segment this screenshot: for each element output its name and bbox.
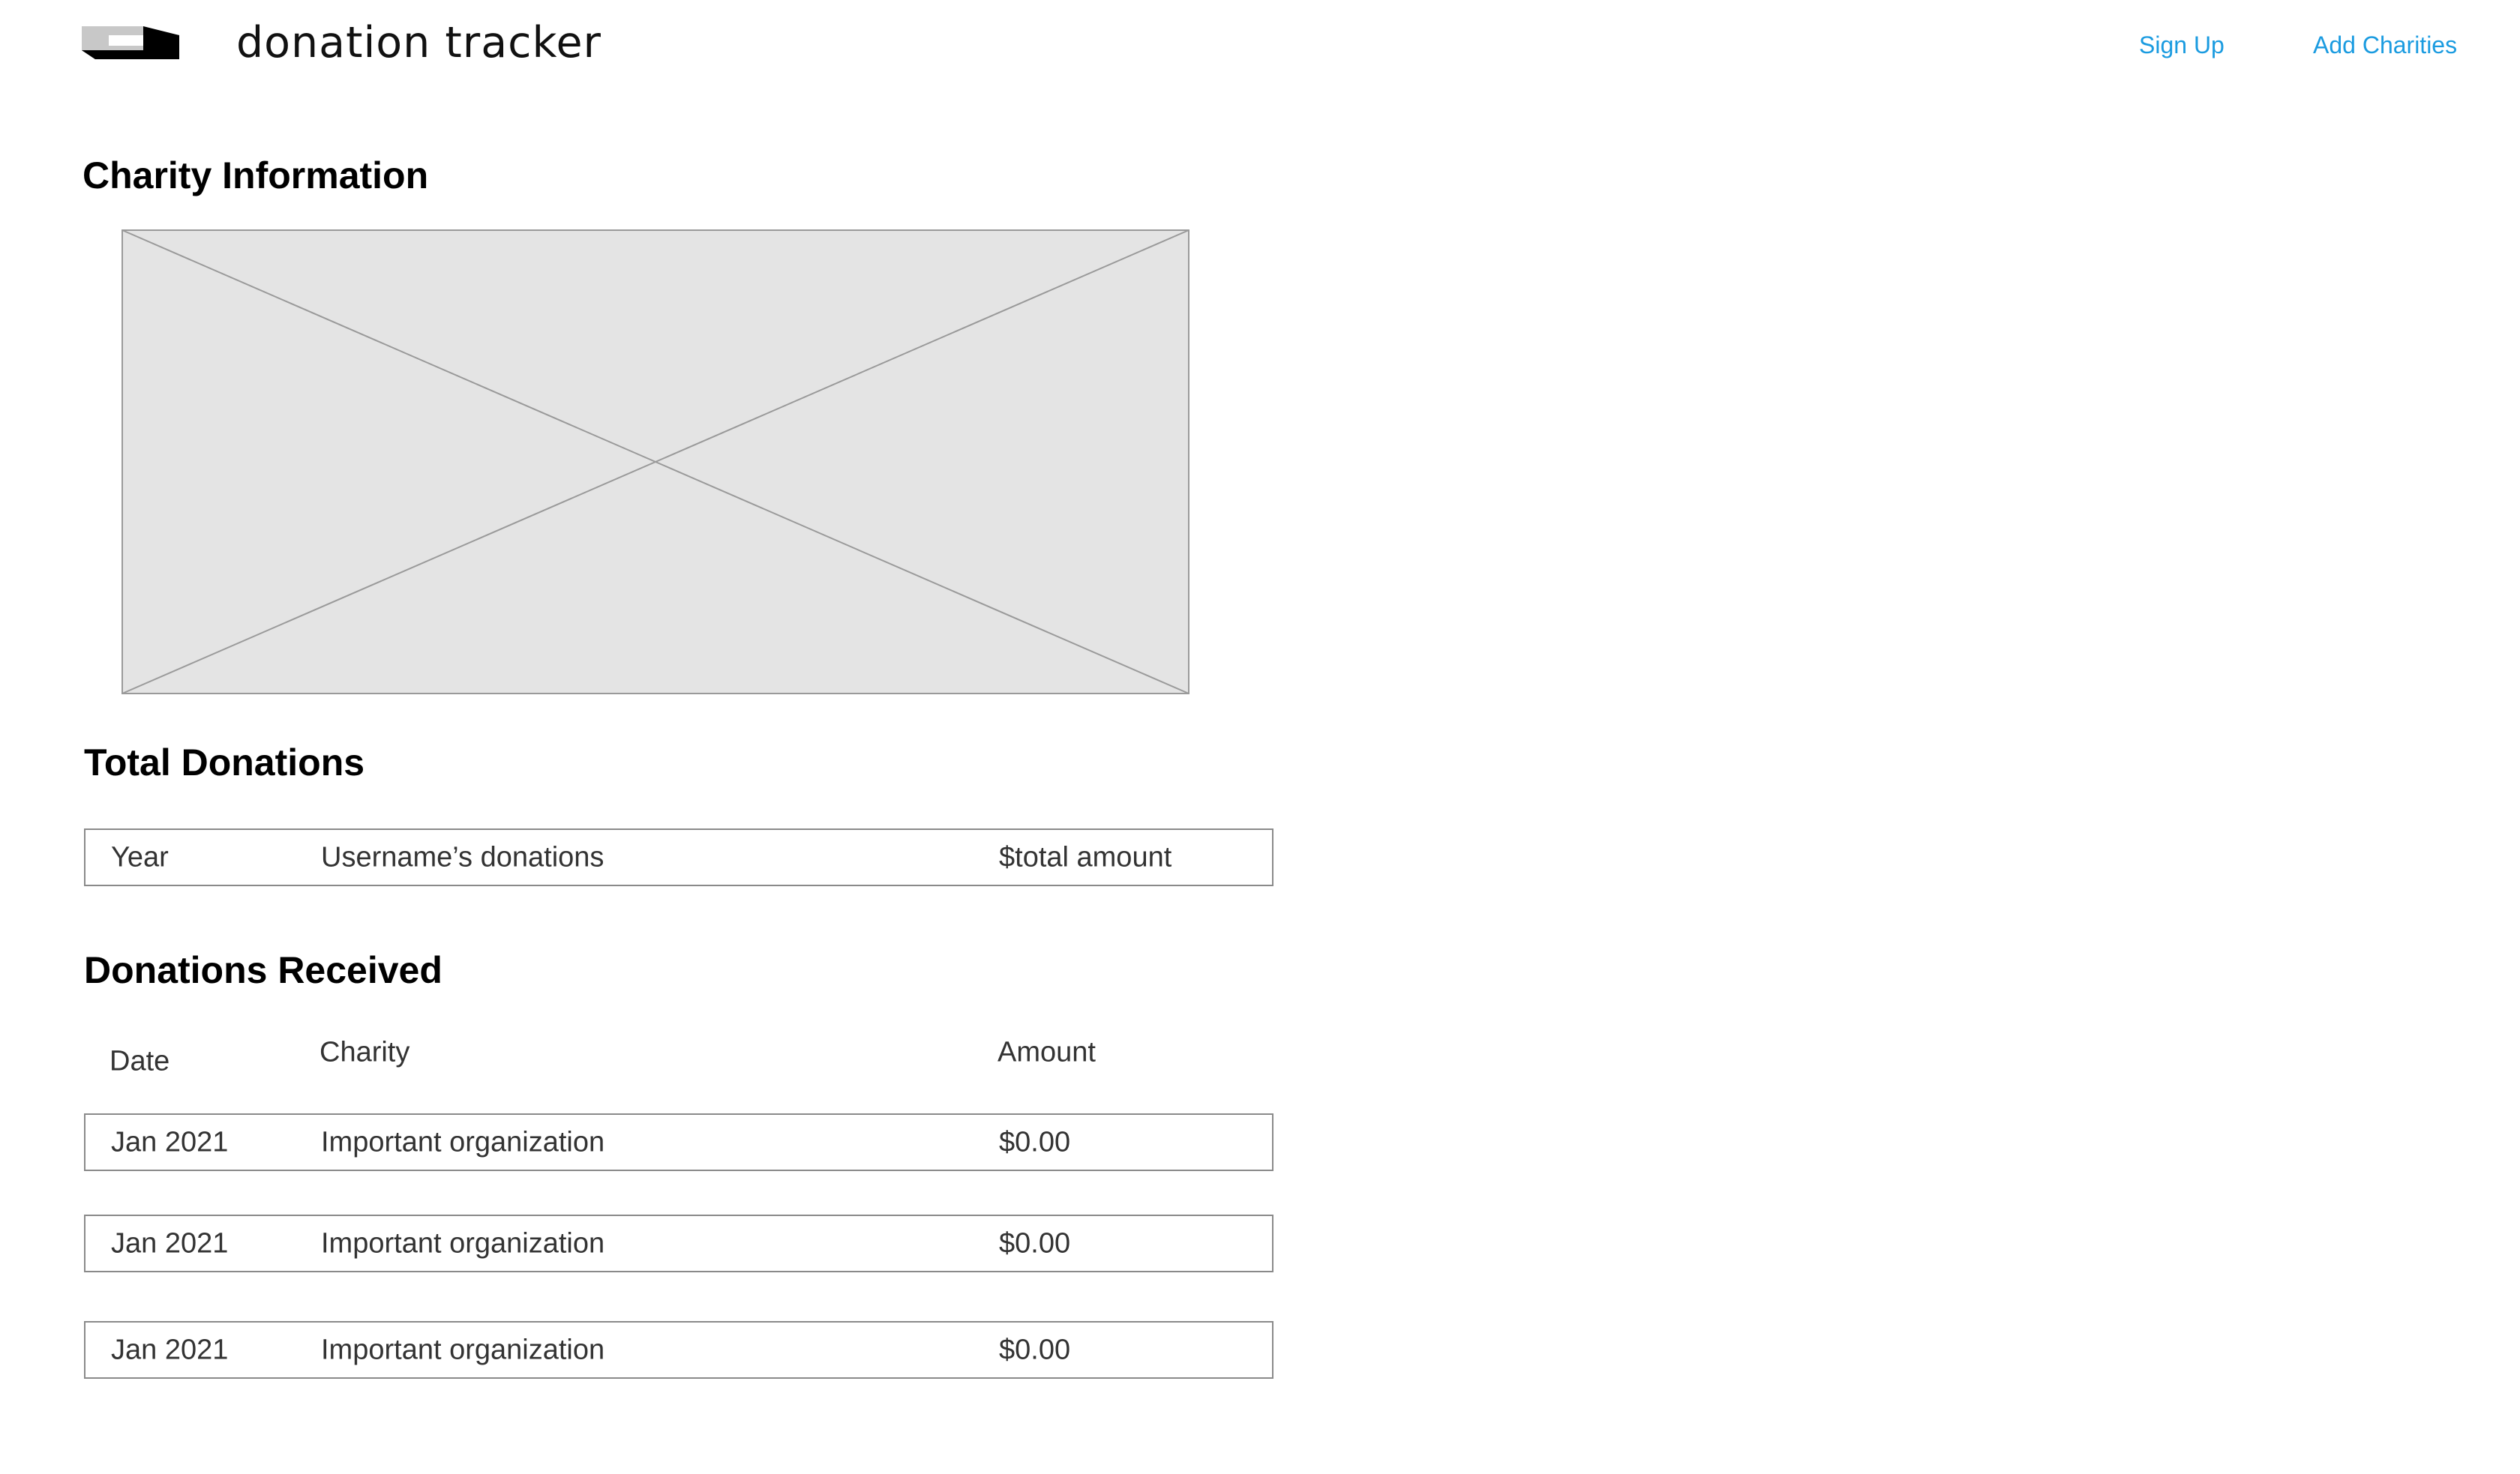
table-row: Jan 2021 Important organization $0.00 bbox=[84, 1113, 1274, 1171]
image-placeholder-icon bbox=[122, 229, 1190, 694]
total-year: Year bbox=[111, 841, 169, 873]
total-label: Username’s donations bbox=[321, 841, 604, 873]
column-header-charity: Charity bbox=[320, 1036, 410, 1068]
row-date: Jan 2021 bbox=[111, 1334, 229, 1365]
column-header-amount: Amount bbox=[998, 1036, 1096, 1068]
donations-received-heading: Donations Received bbox=[84, 949, 442, 991]
row-charity: Important organization bbox=[321, 1227, 605, 1259]
total-donations-heading: Total Donations bbox=[84, 741, 365, 783]
row-amount: $0.00 bbox=[999, 1334, 1071, 1365]
total-amount: $total amount bbox=[999, 841, 1172, 873]
column-header-date: Date bbox=[110, 1045, 170, 1077]
table-row: Jan 2021 Important organization $0.00 bbox=[84, 1215, 1274, 1272]
row-date: Jan 2021 bbox=[111, 1126, 229, 1158]
total-donations-row: Year Username’s donations $total amount bbox=[84, 828, 1274, 886]
donations-table-header: Date Charity Amount bbox=[84, 1027, 1274, 1085]
row-charity: Important organization bbox=[321, 1126, 605, 1158]
row-date: Jan 2021 bbox=[111, 1227, 229, 1259]
sign-up-link[interactable]: Sign Up bbox=[2139, 30, 2224, 60]
logo-icon[interactable] bbox=[82, 26, 179, 59]
row-amount: $0.00 bbox=[999, 1227, 1071, 1259]
app-title: donation tracker bbox=[236, 18, 602, 67]
row-charity: Important organization bbox=[321, 1334, 605, 1365]
table-row: Jan 2021 Important organization $0.00 bbox=[84, 1321, 1274, 1379]
add-charities-link[interactable]: Add Charities bbox=[2313, 30, 2457, 60]
charity-information-heading: Charity Information bbox=[82, 154, 429, 196]
row-amount: $0.00 bbox=[999, 1126, 1071, 1158]
